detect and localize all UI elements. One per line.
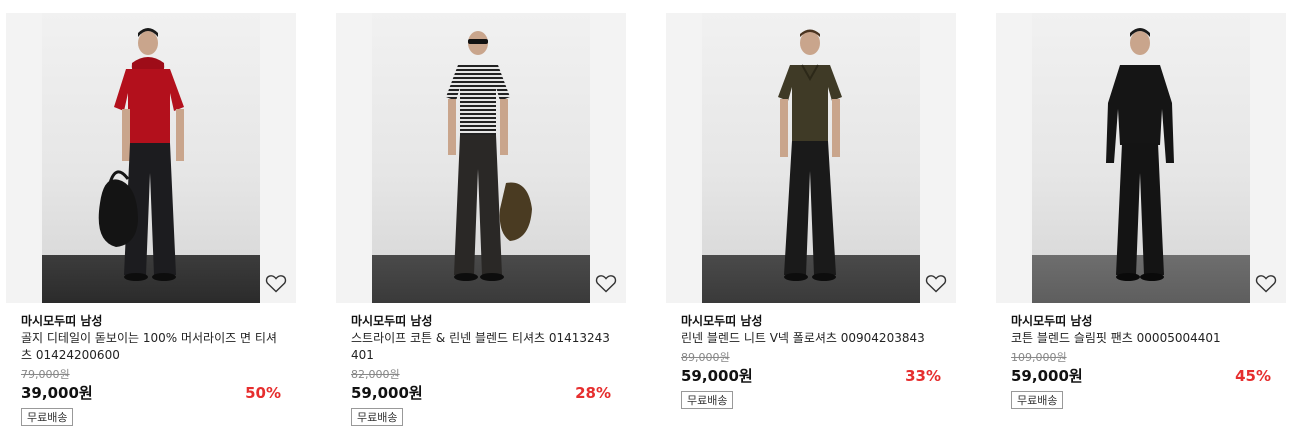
free-shipping-badge: 무료배송 [1011,391,1064,409]
model-figure [98,28,184,281]
discount-rate: 50% [245,384,281,402]
discount-rate: 33% [905,367,941,385]
product-card[interactable]: 마시모두띠 남성 골지 디테일이 돋보이는 100% 머서라이즈 면 티셔츠 0… [6,13,296,426]
product-image[interactable] [996,13,1286,303]
product-title[interactable]: 골지 디테일이 돋보이는 100% 머서라이즈 면 티셔츠 0142420060… [21,330,283,364]
product-photo [702,13,920,303]
product-title[interactable]: 코튼 블렌드 슬림핏 팬츠 00005004401 [1011,330,1273,347]
discount-rate: 28% [575,384,611,402]
brand-name: 마시모두띠 남성 [1011,314,1093,328]
product-image[interactable] [6,13,296,303]
product-photo [372,13,590,303]
model-figure [778,29,842,281]
product-photo [42,13,260,303]
product-card[interactable]: 마시모두띠 남성 코튼 블렌드 슬림핏 팬츠 00005004401 109,0… [996,13,1286,409]
original-price: 109,000원 [1011,351,1067,364]
free-shipping-badge: 무료배송 [681,391,734,409]
sale-price: 59,000원 [681,367,753,385]
heart-outline-icon[interactable] [264,271,288,295]
model-figure [1106,28,1174,281]
heart-outline-icon[interactable] [924,271,948,295]
original-price: 82,000원 [351,368,400,381]
sale-price: 59,000원 [1011,367,1083,385]
free-shipping-badge: 무료배송 [21,408,74,426]
original-price: 79,000원 [21,368,70,381]
brand-name: 마시모두띠 남성 [21,314,103,328]
product-title[interactable]: 스트라이프 코튼 & 린넨 블렌드 티셔츠 01413243401 [351,330,613,364]
free-shipping-badge: 무료배송 [351,408,404,426]
heart-outline-icon[interactable] [1254,271,1278,295]
sale-price: 59,000원 [351,384,423,402]
brand-name: 마시모두띠 남성 [351,314,433,328]
product-title[interactable]: 린넨 블렌드 니트 V넥 폴로셔츠 00904203843 [681,330,943,347]
product-image[interactable] [336,13,626,303]
product-photo [1032,13,1250,303]
sale-price: 39,000원 [21,384,93,402]
product-image[interactable] [666,13,956,303]
discount-rate: 45% [1235,367,1271,385]
product-card[interactable]: 마시모두띠 남성 린넨 블렌드 니트 V넥 폴로셔츠 00904203843 8… [666,13,956,409]
model-figure [446,31,532,281]
brand-name: 마시모두띠 남성 [681,314,763,328]
original-price: 89,000원 [681,351,730,364]
heart-outline-icon[interactable] [594,271,618,295]
product-card[interactable]: 마시모두띠 남성 스트라이프 코튼 & 린넨 블렌드 티셔츠 014132434… [336,13,626,426]
